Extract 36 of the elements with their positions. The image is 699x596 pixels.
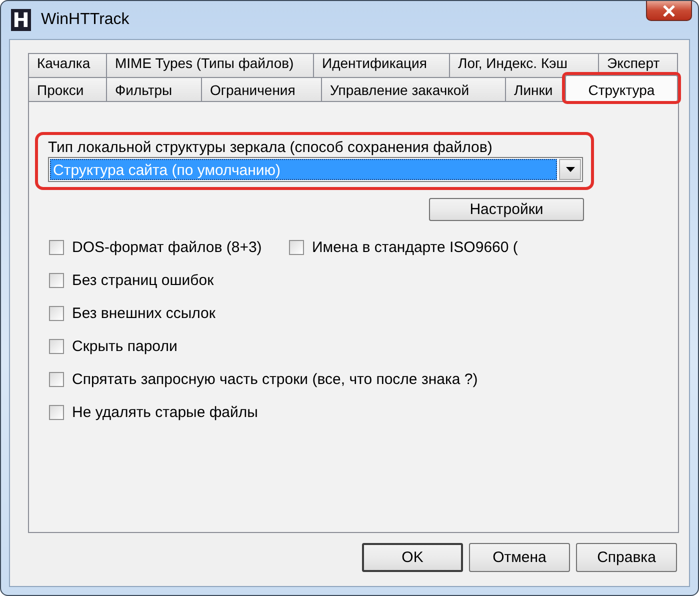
checkbox[interactable] [49,273,64,288]
tab[interactable]: Качалка [28,53,106,77]
close-icon [662,4,676,16]
checkbox-option[interactable]: Имена в стандарте ISO9660 ( [289,239,518,256]
dialog-button[interactable]: OK [362,543,463,572]
dropdown-button[interactable] [559,159,581,180]
checkbox-option[interactable]: Без внешних ссылок [49,305,289,322]
checkbox[interactable] [49,306,64,321]
app-icon: H [11,9,31,31]
tab[interactable]: Структура [565,75,678,101]
caret-icon [566,167,574,172]
dialog-button[interactable]: Справка [576,543,677,572]
checkbox-option[interactable]: Без страниц ошибок [49,272,289,289]
dropdown-value: Структура сайта (по умолчанию) [50,159,557,180]
checkbox[interactable] [289,240,304,255]
checkbox[interactable] [49,339,64,354]
tab[interactable]: Фильтры [106,77,201,101]
checkbox-option[interactable]: Не удалять старые файлы [49,404,289,421]
tab[interactable]: Прокси [28,77,106,101]
tab[interactable]: Идентификация [313,53,449,77]
tab[interactable]: Ограничения [201,77,321,101]
close-button[interactable] [646,1,692,21]
checkbox-option[interactable]: Спрятать запросную часть строки (все, что после знака ?) [49,371,478,388]
checkbox[interactable] [49,372,64,387]
checkbox-option[interactable]: DOS-формат файлов (8+3) [49,239,289,256]
tab[interactable]: Лог, Индекс. Кэш [449,53,598,77]
window-title: WinHTTrack [41,11,130,29]
tab[interactable]: Управление закачкой [321,77,505,101]
tab[interactable]: MIME Types (Типы файлов) [106,53,313,77]
settings-button[interactable]: Настройки [429,198,584,221]
field-label: Тип локальной структуры зеркала (способ сохранения файлов) [48,139,494,156]
dialog-button[interactable]: Отмена [469,543,570,572]
tab[interactable]: Линки [505,77,565,101]
checkbox[interactable] [49,240,64,255]
checkbox-option[interactable]: Скрыть пароли [49,338,289,355]
checkbox[interactable] [49,405,64,420]
